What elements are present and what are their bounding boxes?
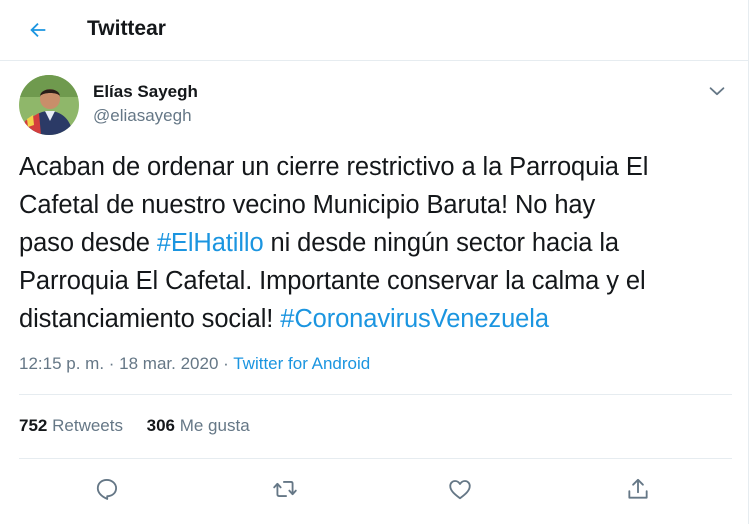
share-button[interactable]: [625, 476, 651, 502]
retweets-stat[interactable]: 752 Retweets: [19, 416, 123, 435]
heart-icon: [449, 480, 471, 500]
tweet-text: Acaban de ordenar un cierre restrictivo …: [19, 148, 734, 338]
like-button[interactable]: [447, 476, 473, 502]
author-handle[interactable]: @eliasayegh: [93, 106, 192, 126]
tweet-line: distanciamiento social! #CoronavirusVene…: [19, 305, 549, 333]
page-title: Twittear: [87, 17, 166, 40]
retweet-icon: [273, 481, 297, 497]
tweet-date[interactable]: 18 mar. 2020: [119, 354, 218, 373]
share-icon: [628, 478, 648, 499]
divider: [19, 458, 732, 459]
hashtag-link[interactable]: #CoronavirusVenezuela: [280, 305, 549, 333]
likes-stat[interactable]: 306 Me gusta: [147, 416, 250, 435]
author-name[interactable]: Elías Sayegh: [93, 82, 198, 102]
page-header: Twittear: [0, 0, 748, 61]
tweet-line: Acaban de ordenar un cierre restrictivo …: [19, 153, 649, 181]
tweet-detail-column: Twittear Elías Sayegh @eliasayegh Acaban…: [0, 0, 749, 524]
retweet-button[interactable]: [272, 476, 298, 502]
hashtag-link[interactable]: #ElHatillo: [157, 229, 264, 257]
reply-button[interactable]: [94, 476, 120, 502]
avatar[interactable]: [19, 75, 79, 135]
tweet-source-link[interactable]: Twitter for Android: [233, 354, 370, 373]
back-button[interactable]: [22, 14, 54, 46]
tweet-line: Cafetal de nuestro vecino Municipio Baru…: [19, 191, 596, 219]
tweet-time[interactable]: 12:15 p. m.: [19, 354, 104, 373]
tweet-line: Parroquia El Cafetal. Importante conserv…: [19, 267, 646, 295]
tweet-stats: 752 Retweets 306 Me gusta: [19, 416, 250, 436]
chevron-down-icon: [709, 87, 725, 96]
arrow-left-icon: [30, 22, 46, 38]
reply-icon: [96, 478, 118, 500]
divider: [19, 394, 732, 395]
tweet-line: paso desde #ElHatillo ni desde ningún se…: [19, 229, 620, 257]
tweet-meta: 12:15 p. m. · 18 mar. 2020 · Twitter for…: [19, 354, 371, 373]
more-options-button[interactable]: [706, 80, 728, 102]
